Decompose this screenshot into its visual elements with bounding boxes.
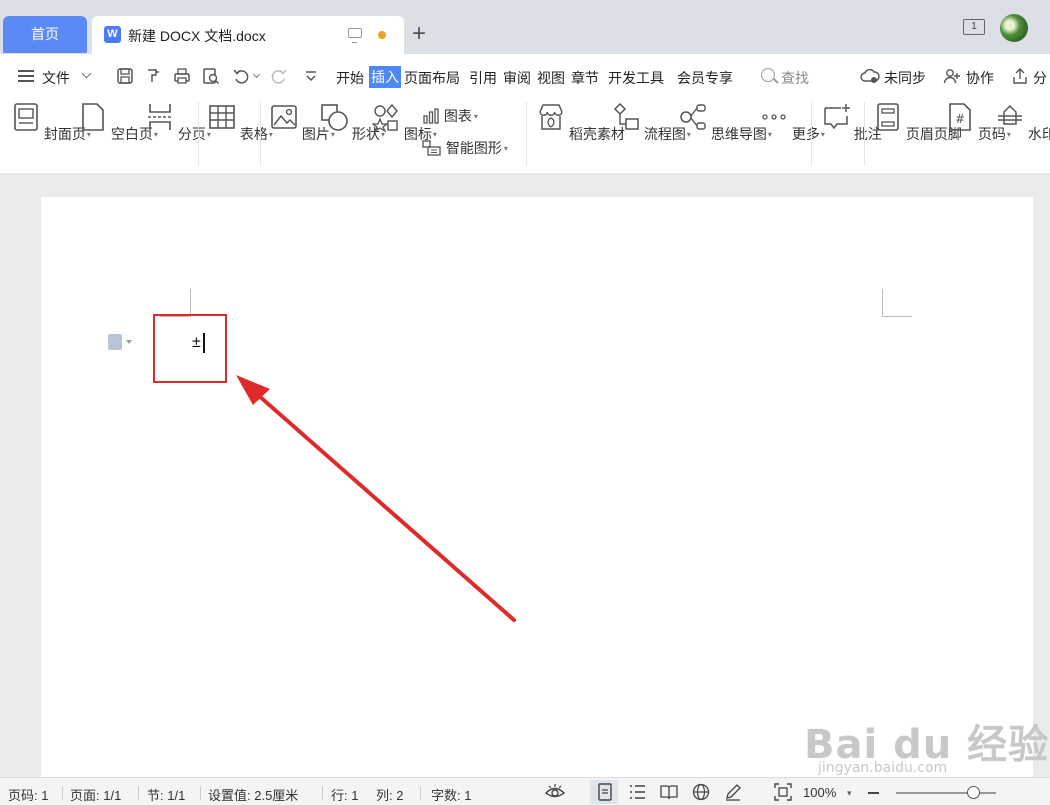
- status-divider: [200, 786, 201, 800]
- annotation-arrow: [236, 375, 516, 622]
- status-setting[interactable]: 设置值: 2.5厘米: [208, 785, 298, 804]
- fit-window-icon[interactable]: [774, 783, 792, 801]
- zoom-level[interactable]: 100%: [803, 785, 836, 800]
- status-divider: [322, 786, 323, 800]
- status-pages[interactable]: 页面: 1/1: [70, 785, 121, 804]
- zoom-slider[interactable]: [896, 792, 996, 794]
- status-page-code[interactable]: 页码: 1: [8, 785, 48, 804]
- watermark-url: jingyan.baidu.com: [818, 760, 948, 776]
- status-bar: 页码: 1 页面: 1/1 节: 1/1 设置值: 2.5厘米 行: 1 列: …: [0, 777, 1050, 805]
- status-section[interactable]: 节: 1/1: [147, 785, 185, 804]
- status-col[interactable]: 列: 2: [376, 785, 403, 804]
- eye-protection-icon[interactable]: [545, 783, 565, 801]
- page-view-icon[interactable]: [596, 783, 614, 801]
- outline-view-icon[interactable]: [628, 783, 646, 801]
- status-words[interactable]: 字数: 1: [431, 785, 471, 804]
- reading-view-icon[interactable]: [660, 783, 678, 801]
- status-row[interactable]: 行: 1: [331, 785, 358, 804]
- pen-view-icon[interactable]: [724, 783, 742, 801]
- zoom-slider-handle[interactable]: [966, 786, 980, 799]
- zoom-dropdown-chevron-icon[interactable]: ▾: [847, 788, 852, 799]
- zoom-out-icon[interactable]: [868, 792, 879, 794]
- status-divider: [62, 786, 63, 800]
- web-view-icon[interactable]: [692, 783, 710, 801]
- status-divider: [420, 786, 421, 800]
- status-divider: [138, 786, 139, 800]
